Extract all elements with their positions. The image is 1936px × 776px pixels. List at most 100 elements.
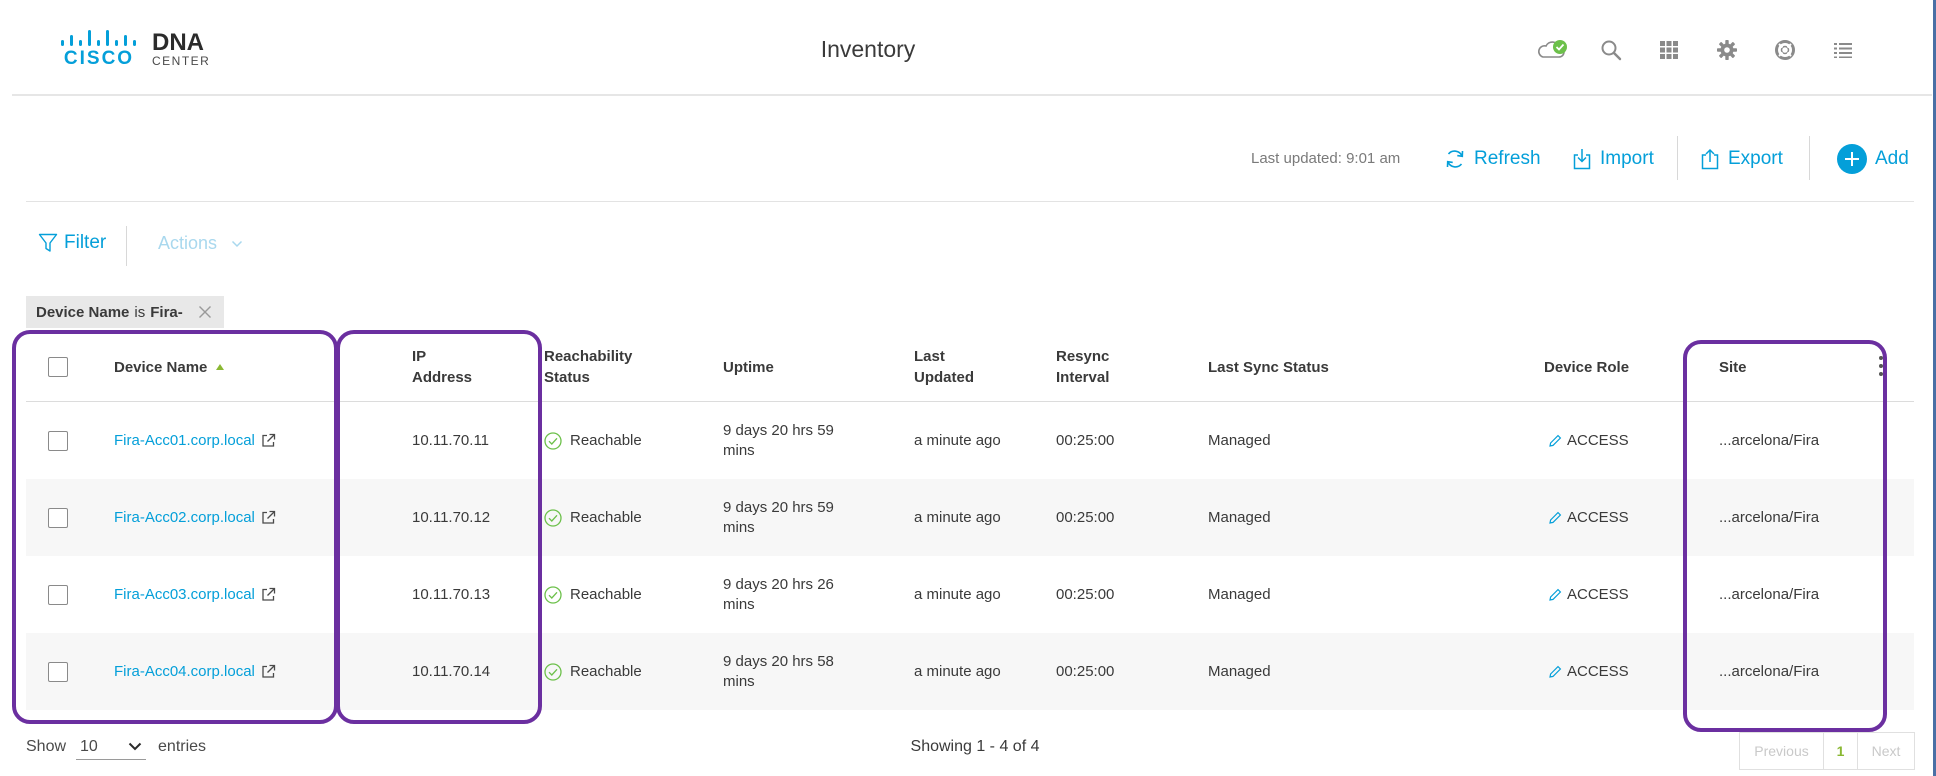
table-row[interactable]: Fira-Acc01.corp.local 10.11.70.11 Reacha… [26,402,1914,479]
sort-ascending-icon [216,364,225,370]
device-name-link[interactable]: Fira-Acc04.corp.local [114,662,255,682]
reachability-text: Reachable [570,662,642,680]
uptime-text: mins [723,672,755,690]
reachability-cell: Reachable [544,402,642,479]
external-link-icon[interactable] [261,664,276,679]
gear-icon[interactable] [1698,36,1756,64]
site-cell: ...arcelona/Fira [1719,585,1820,603]
header-icons [1524,36,1872,64]
uptime-text: mins [723,518,755,536]
external-link-icon[interactable] [261,433,276,448]
reachable-check-icon [544,508,562,527]
row-checkbox[interactable] [48,507,68,528]
next-page-button[interactable]: Next [1858,733,1914,769]
device-role-cell[interactable]: ACCESS [1548,556,1629,633]
toolbar-divider [1809,136,1810,180]
site-cell: ...arcelona/Fira [1719,508,1820,526]
column-label: Last Sync Status [1208,358,1329,376]
column-header-last-sync-status[interactable]: Last Sync Status [1208,332,1329,402]
import-button[interactable]: Import [1572,144,1654,174]
pencil-icon [1548,588,1562,602]
tasks-list-icon[interactable] [1814,36,1872,64]
column-label: IP [412,348,427,365]
last-updated-cell: a minute ago [914,431,1001,449]
chip-field: Device Name [36,303,130,321]
toolbar-divider [1677,136,1678,180]
column-header-resync-interval[interactable]: Resync Interval [1056,332,1109,402]
column-label: Uptime [723,358,774,376]
column-header-site[interactable]: Site [1719,332,1747,402]
column-header-reachability[interactable]: Reachability Status [544,332,632,402]
device-role-cell[interactable]: ACCESS [1548,633,1629,710]
row-checkbox[interactable] [48,430,68,451]
reachability-cell: Reachable [544,633,642,710]
ip-address-cell: 10.11.70.11 [412,431,490,449]
column-label: Resync [1056,348,1110,365]
pagination: Previous 1 Next [1739,732,1915,770]
reachability-text: Reachable [570,508,642,526]
close-icon[interactable] [198,305,212,319]
reachable-check-icon [544,662,562,681]
pencil-icon [1548,665,1562,679]
uptime-text: mins [723,441,755,459]
site-cell: ...arcelona/Fira [1719,431,1820,449]
column-header-last-updated[interactable]: Last Updated [914,332,974,402]
external-link-icon[interactable] [261,587,276,602]
last-updated-cell: a minute ago [914,508,1001,526]
select-all-checkbox[interactable] [48,357,68,377]
previous-page-button[interactable]: Previous [1740,733,1824,769]
ip-address-cell: 10.11.70.13 [412,585,491,603]
table-row[interactable]: Fira-Acc03.corp.local 10.11.70.13 Reacha… [26,556,1914,633]
pencil-icon [1548,434,1562,448]
table-header: Device Name IP Address Reachability Status… [26,332,1914,402]
row-checkbox[interactable] [48,584,68,605]
page-title: Inventory [820,36,916,62]
filter-button[interactable]: Filter [38,232,106,254]
column-header-device-role[interactable]: Device Role [1544,332,1629,402]
column-label: Address [412,369,473,386]
export-button[interactable]: Export [1700,144,1783,174]
page-number-button[interactable]: 1 [1824,733,1858,769]
column-header-device-name[interactable]: Device Name [114,332,225,402]
filter-icon [38,233,58,252]
external-link-icon[interactable] [261,510,276,525]
table-row[interactable]: Fira-Acc04.corp.local 10.11.70.14 Reacha… [26,633,1914,710]
device-role-text: ACCESS [1567,662,1629,680]
device-role-text: ACCESS [1567,585,1629,603]
inventory-page: CISCO DNA CENTER Inventory Last updated:… [0,0,1936,776]
column-header-ip-address[interactable]: IP Address [412,332,472,402]
uptime-text: 9 days 20 hrs 59 [723,498,834,516]
cloud-status-icon[interactable] [1524,36,1582,64]
reachability-cell: Reachable [544,556,642,633]
refresh-button[interactable]: Refresh [1444,144,1541,174]
resync-interval-cell: 00:25:00 [1056,662,1115,680]
filter-chip[interactable]: Device Name is Fira- [26,296,224,328]
apps-grid-icon[interactable] [1640,36,1698,64]
column-options-icon[interactable] [1878,356,1884,376]
row-select-cell [48,556,68,633]
table-row[interactable]: Fira-Acc02.corp.local 10.11.70.12 Reacha… [26,479,1914,556]
column-header-uptime[interactable]: Uptime [723,332,774,402]
uptime-cell: 9 days 20 hrs 58 mins [723,633,834,710]
column-label: Reachability [544,348,633,365]
import-icon [1573,149,1591,170]
last-updated-cell: a minute ago [914,585,1001,603]
device-name-link[interactable]: Fira-Acc01.corp.local [114,431,255,451]
site-cell: ...arcelona/Fira [1719,662,1820,680]
resync-interval-cell: 00:25:00 [1056,431,1115,449]
add-button[interactable]: Add [1837,144,1909,174]
help-icon[interactable] [1756,36,1814,64]
column-label: Last [914,348,945,365]
actions-dropdown[interactable]: Actions [158,233,243,254]
sync-status-cell: Managed [1208,431,1271,449]
device-name-link[interactable]: Fira-Acc02.corp.local [114,508,255,528]
sync-status-cell: Managed [1208,508,1271,526]
device-role-cell[interactable]: ACCESS [1548,479,1629,556]
device-role-cell[interactable]: ACCESS [1548,402,1629,479]
reachability-text: Reachable [570,431,642,449]
export-label: Export [1728,148,1783,169]
device-name-cell: Fira-Acc04.corp.local [114,633,276,710]
search-icon[interactable] [1582,36,1640,64]
row-checkbox[interactable] [48,661,68,682]
device-name-link[interactable]: Fira-Acc03.corp.local [114,585,255,605]
